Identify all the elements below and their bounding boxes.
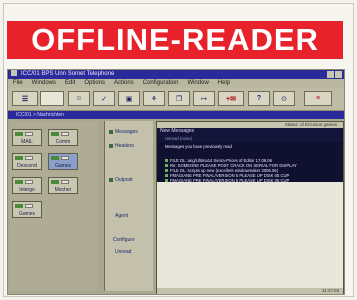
banner-title: OFFLINE-READER xyxy=(7,21,343,59)
menu-window[interactable]: Window xyxy=(187,79,208,88)
document-window: ICC/01 > Nachrichten MAIL Comm Descend G… xyxy=(8,111,344,294)
menu-actions[interactable]: Actions xyxy=(114,79,134,88)
menu-bar: File Windows Edit Options Actions Config… xyxy=(8,79,344,88)
headers-button[interactable]: Headers xyxy=(109,143,134,149)
check-icon[interactable]: ✓ xyxy=(93,91,115,106)
copy-icon[interactable]: ❐ xyxy=(168,91,190,106)
check-icon xyxy=(165,169,168,172)
window-controls xyxy=(327,71,342,78)
toolbar: ☰ ☺ ✓ ▣ ⚘ ❐ ↦ +✉ ? ⊙ ≡ xyxy=(8,88,344,111)
box-icon[interactable]: ▣ xyxy=(118,91,140,106)
minimize-button[interactable] xyxy=(327,71,334,78)
group-comm[interactable]: Comm xyxy=(48,129,78,146)
messages-icon xyxy=(109,129,113,134)
menu-help[interactable]: Help xyxy=(218,79,230,88)
check-icon xyxy=(165,174,168,177)
check-icon xyxy=(165,179,168,182)
group-descend[interactable]: Descend xyxy=(12,153,42,170)
list-icon[interactable]: ☰ xyxy=(12,91,38,106)
status-bar: 11:17:03 xyxy=(157,288,343,294)
configure-button[interactable]: Configure xyxy=(113,237,135,243)
headers-icon xyxy=(109,143,113,148)
check-icon xyxy=(165,159,168,162)
group-intergo[interactable]: Intergo xyxy=(12,177,42,194)
group-panel: MAIL Comm Descend Games Intergo Mecher G… xyxy=(10,121,98,291)
message-panel: Status: of Ericsson games New Messages U… xyxy=(156,121,344,294)
tab-new-messages[interactable]: New Messages xyxy=(160,128,194,135)
action-panel: Messages Headers Outpost Agent Configure… xyxy=(104,121,153,291)
arrow-icon[interactable]: ↦ xyxy=(193,91,215,106)
group-mecher[interactable]: Mecher xyxy=(48,177,78,194)
outpost-icon xyxy=(109,177,113,182)
document-title: ICC/01 > Nachrichten xyxy=(8,111,344,119)
message-row[interactable]: FMAGIANE PRE FINAL/VERSION 5 PLEASE UP D… xyxy=(165,178,289,183)
group-games-2[interactable]: Games xyxy=(12,201,42,218)
help-icon[interactable]: ? xyxy=(248,91,270,106)
group-mail[interactable]: MAIL xyxy=(12,129,42,146)
menu-file[interactable]: File xyxy=(13,79,23,88)
exit-icon[interactable]: ≡ xyxy=(304,91,332,106)
new-message-button[interactable] xyxy=(40,91,64,106)
unread-button[interactable]: Unread xyxy=(115,249,131,255)
tab-read[interactable]: Messages you have previously read xyxy=(165,144,232,149)
menu-windows[interactable]: Windows xyxy=(32,79,56,88)
menu-edit[interactable]: Edit xyxy=(65,79,75,88)
menu-options[interactable]: Options xyxy=(84,79,105,88)
tab-unread[interactable]: Unread (none) xyxy=(165,136,192,141)
face-icon[interactable]: ☺ xyxy=(68,91,90,106)
messages-button[interactable]: Messages xyxy=(109,129,138,135)
tool-icon[interactable]: ⚘ xyxy=(143,91,165,106)
add-mail-icon[interactable]: +✉ xyxy=(218,91,244,106)
group-games[interactable]: Games xyxy=(48,153,78,170)
check-icon xyxy=(165,164,168,167)
agent-button[interactable]: Agent xyxy=(115,213,128,219)
outpost-button[interactable]: Outpost xyxy=(109,177,133,183)
menu-configuration[interactable]: Configuration xyxy=(143,79,179,88)
app-window: ICC/01 BPS Unn Somet Telephone File Wind… xyxy=(7,69,345,295)
title-bar: ICC/01 BPS Unn Somet Telephone xyxy=(8,70,344,79)
maximize-button[interactable] xyxy=(335,71,342,78)
window-title: ICC/01 BPS Unn Somet Telephone xyxy=(21,71,115,77)
globe-icon[interactable]: ⊙ xyxy=(273,91,295,106)
message-list: Unread (none) Messages you have previous… xyxy=(157,136,343,183)
system-menu-icon[interactable] xyxy=(11,70,17,77)
